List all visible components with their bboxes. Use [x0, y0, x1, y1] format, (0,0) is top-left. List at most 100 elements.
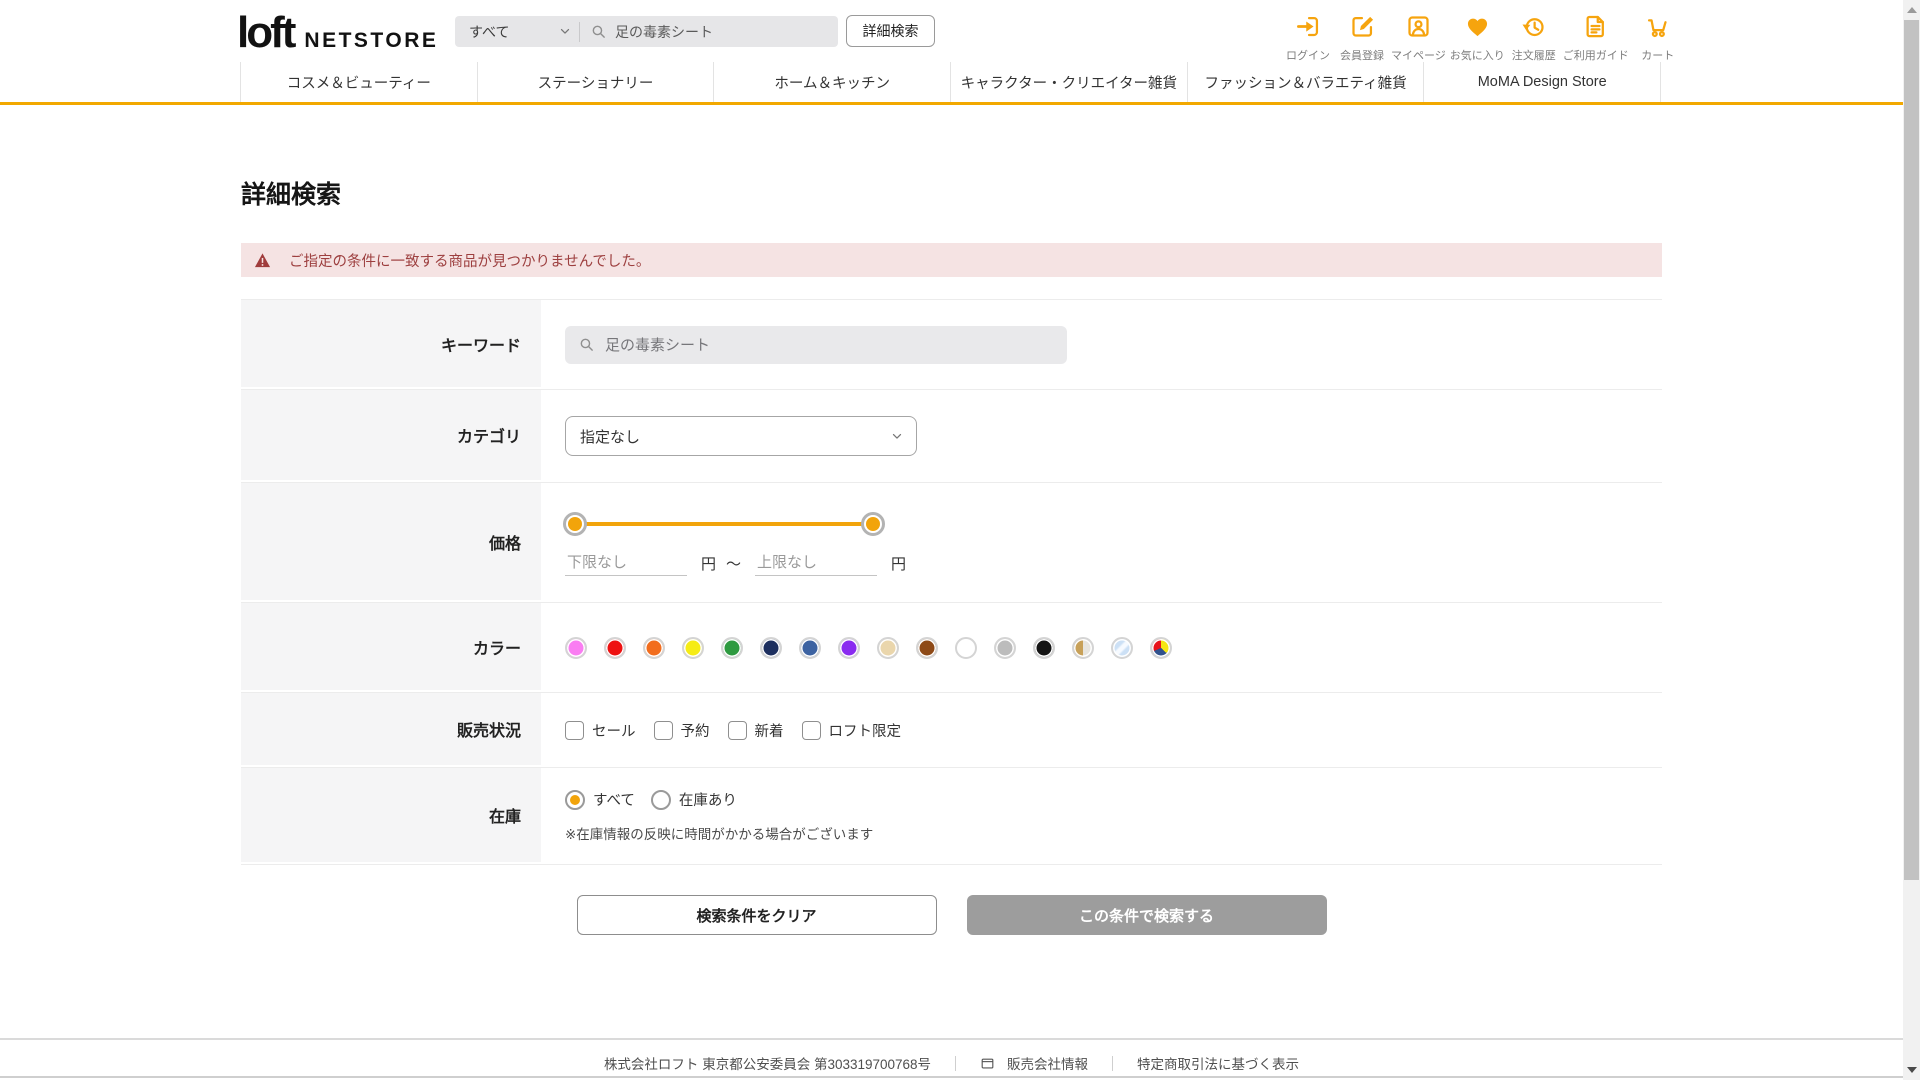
footer-link-company-info[interactable]: 販売会社情報	[980, 1053, 1088, 1073]
color-swatch-clear[interactable]	[1111, 636, 1133, 659]
price-max-input[interactable]	[755, 551, 878, 576]
sales-checkbox-4[interactable]: ロフト限定	[801, 720, 901, 741]
chevron-down-icon	[890, 429, 904, 447]
loft-logo[interactable]: loft NETSTORE	[237, 8, 438, 58]
color-label: カラー	[241, 603, 541, 692]
cart-icon	[1644, 13, 1671, 45]
radio-circle	[650, 789, 671, 810]
nav-item-6[interactable]: MoMA Design Store	[1423, 62, 1662, 102]
footer: 株式会社ロフト 東京都公安委員会 第303319700768号 販売会社情報 特…	[0, 1038, 1903, 1080]
radio-label: 在庫あり	[678, 793, 737, 809]
advanced-search-button[interactable]: 詳細検索	[846, 15, 935, 47]
quick-link-label: 会員登録	[1340, 50, 1384, 62]
stock-radio-2[interactable]: 在庫あり	[650, 789, 737, 810]
vertical-scrollbar[interactable]	[1903, 0, 1920, 1080]
form-row-keyword: キーワード	[241, 300, 1662, 390]
color-swatch-pink[interactable]	[565, 636, 587, 659]
color-swatch-black[interactable]	[1033, 636, 1055, 659]
header-quick-links: ログイン 会員登録 マイページ お気に入り 注文履歴 ご利用ガイド カート	[1281, 13, 1685, 63]
quick-link-label: カート	[1641, 50, 1675, 62]
checkbox-box	[653, 720, 673, 740]
quick-link-mypage[interactable]: マイページ	[1391, 13, 1446, 63]
search-category-dropdown[interactable]: すべて	[455, 16, 579, 47]
nav-item-4[interactable]: キャラクター・クリエイター雑貨	[950, 62, 1187, 102]
quick-link-cart[interactable]: カート	[1633, 13, 1683, 63]
footer-company-text: 株式会社ロフト 東京都公安委員会 第303319700768号	[603, 1057, 932, 1072]
checkbox-box	[801, 720, 821, 740]
color-swatch-green[interactable]	[721, 636, 743, 659]
clear-conditions-button[interactable]: 検索条件をクリア	[576, 895, 937, 935]
scrollbar-up-arrow[interactable]	[1906, 7, 1917, 13]
quick-link-label: ご利用ガイド	[1562, 50, 1629, 62]
color-swatch-blue[interactable]	[799, 636, 821, 659]
quick-link-register[interactable]: 会員登録	[1337, 13, 1387, 63]
search-submit-button[interactable]: この条件で検索する	[966, 895, 1327, 935]
header-search-input[interactable]	[615, 23, 835, 40]
color-swatch-red[interactable]	[604, 636, 626, 659]
login-icon	[1295, 13, 1322, 45]
page: loft NETSTORE すべて 詳細検索 ログイン会員登録マイページお気に入…	[0, 0, 1920, 1080]
price-min-input[interactable]	[565, 551, 687, 576]
quick-link-favorites[interactable]: お気に入り	[1450, 13, 1505, 63]
color-swatch-navy[interactable]	[760, 636, 782, 659]
currency-unit: 円	[891, 555, 907, 573]
color-swatch-white[interactable]	[955, 636, 977, 659]
register-icon	[1349, 13, 1376, 45]
logo-netstore-text: NETSTORE	[304, 29, 439, 52]
color-swatch-purple[interactable]	[838, 636, 860, 659]
keyword-input-wrap	[565, 325, 1067, 364]
sales-checkbox-3[interactable]: 新着	[727, 720, 784, 741]
nav-item-3[interactable]: ホーム＆キッチン	[713, 62, 950, 102]
checkbox-box	[727, 720, 747, 740]
quick-link-label: 注文履歴	[1511, 50, 1556, 62]
stock-radio-1[interactable]: すべて	[565, 789, 635, 810]
nav-item-2[interactable]: ステーショナリー	[476, 62, 714, 102]
scrollbar-down-arrow[interactable]	[1906, 1067, 1917, 1073]
chevron-down-icon	[558, 24, 572, 41]
category-nav: コスメ＆ビューティー ステーショナリー ホーム＆キッチン キャラクター・クリエイター雑…	[0, 62, 1920, 105]
window-icon	[980, 1056, 1001, 1071]
price-slider-min-handle[interactable]	[563, 511, 587, 536]
search-category-value: すべて	[469, 23, 510, 40]
scrollbar-thumb[interactable]	[1904, 20, 1919, 880]
mypage-icon	[1405, 13, 1432, 45]
color-swatch-gray[interactable]	[994, 636, 1016, 659]
checkbox-label: セール	[592, 723, 636, 740]
color-swatch-row	[565, 636, 1662, 659]
quick-link-label: ログイン	[1286, 50, 1330, 62]
checkbox-label: 予約	[680, 723, 710, 740]
favorites-icon	[1464, 13, 1491, 45]
color-swatch-gold-silver[interactable]	[1072, 636, 1094, 659]
warning-icon	[254, 252, 280, 269]
quick-link-login[interactable]: ログイン	[1283, 13, 1333, 63]
search-field	[580, 16, 838, 47]
color-swatch-brown[interactable]	[916, 636, 938, 659]
form-row-sales-status: 販売状況 セール 予約 新着 ロフト限定	[241, 693, 1662, 768]
keyword-input[interactable]	[605, 336, 1025, 353]
color-swatch-multicolor[interactable]	[1150, 636, 1172, 659]
category-select[interactable]: 指定なし	[565, 416, 917, 456]
nav-item-5[interactable]: ファッション＆バラエティ雑貨	[1186, 62, 1424, 102]
radio-circle	[565, 789, 585, 810]
search-form: キーワード カテゴリ 指定なし 価格	[241, 299, 1662, 865]
quick-link-guide[interactable]: ご利用ガイド	[1563, 13, 1629, 63]
price-slider-max-handle[interactable]	[861, 511, 885, 536]
color-swatch-yellow[interactable]	[682, 636, 704, 659]
quick-link-history[interactable]: 注文履歴	[1509, 13, 1559, 63]
category-selected-value: 指定なし	[580, 428, 641, 446]
sales-checkbox-2[interactable]: 予約	[653, 720, 710, 741]
category-label: カテゴリ	[241, 390, 541, 482]
color-swatch-beige[interactable]	[877, 636, 899, 659]
color-swatch-orange[interactable]	[643, 636, 665, 659]
price-range-slider	[563, 511, 885, 536]
sales-checkbox-1[interactable]: セール	[565, 720, 636, 741]
form-actions: 検索条件をクリア この条件で検索する	[241, 895, 1662, 935]
checkbox-box	[565, 720, 584, 740]
footer-link-commercial-law[interactable]: 特定商取引法に基づく表示	[1137, 1053, 1299, 1073]
sales-status-options: セール 予約 新着 ロフト限定	[565, 720, 1662, 741]
nav-item-1[interactable]: コスメ＆ビューティー	[240, 62, 477, 102]
form-row-stock: 在庫 すべて 在庫あり ※在庫情報の反映に時間がかかる場合がございます	[241, 768, 1662, 865]
stock-options: すべて 在庫あり	[565, 789, 1662, 810]
header: loft NETSTORE すべて 詳細検索 ログイン会員登録マイページお気に入…	[0, 0, 1920, 62]
range-separator: ～	[726, 555, 742, 573]
